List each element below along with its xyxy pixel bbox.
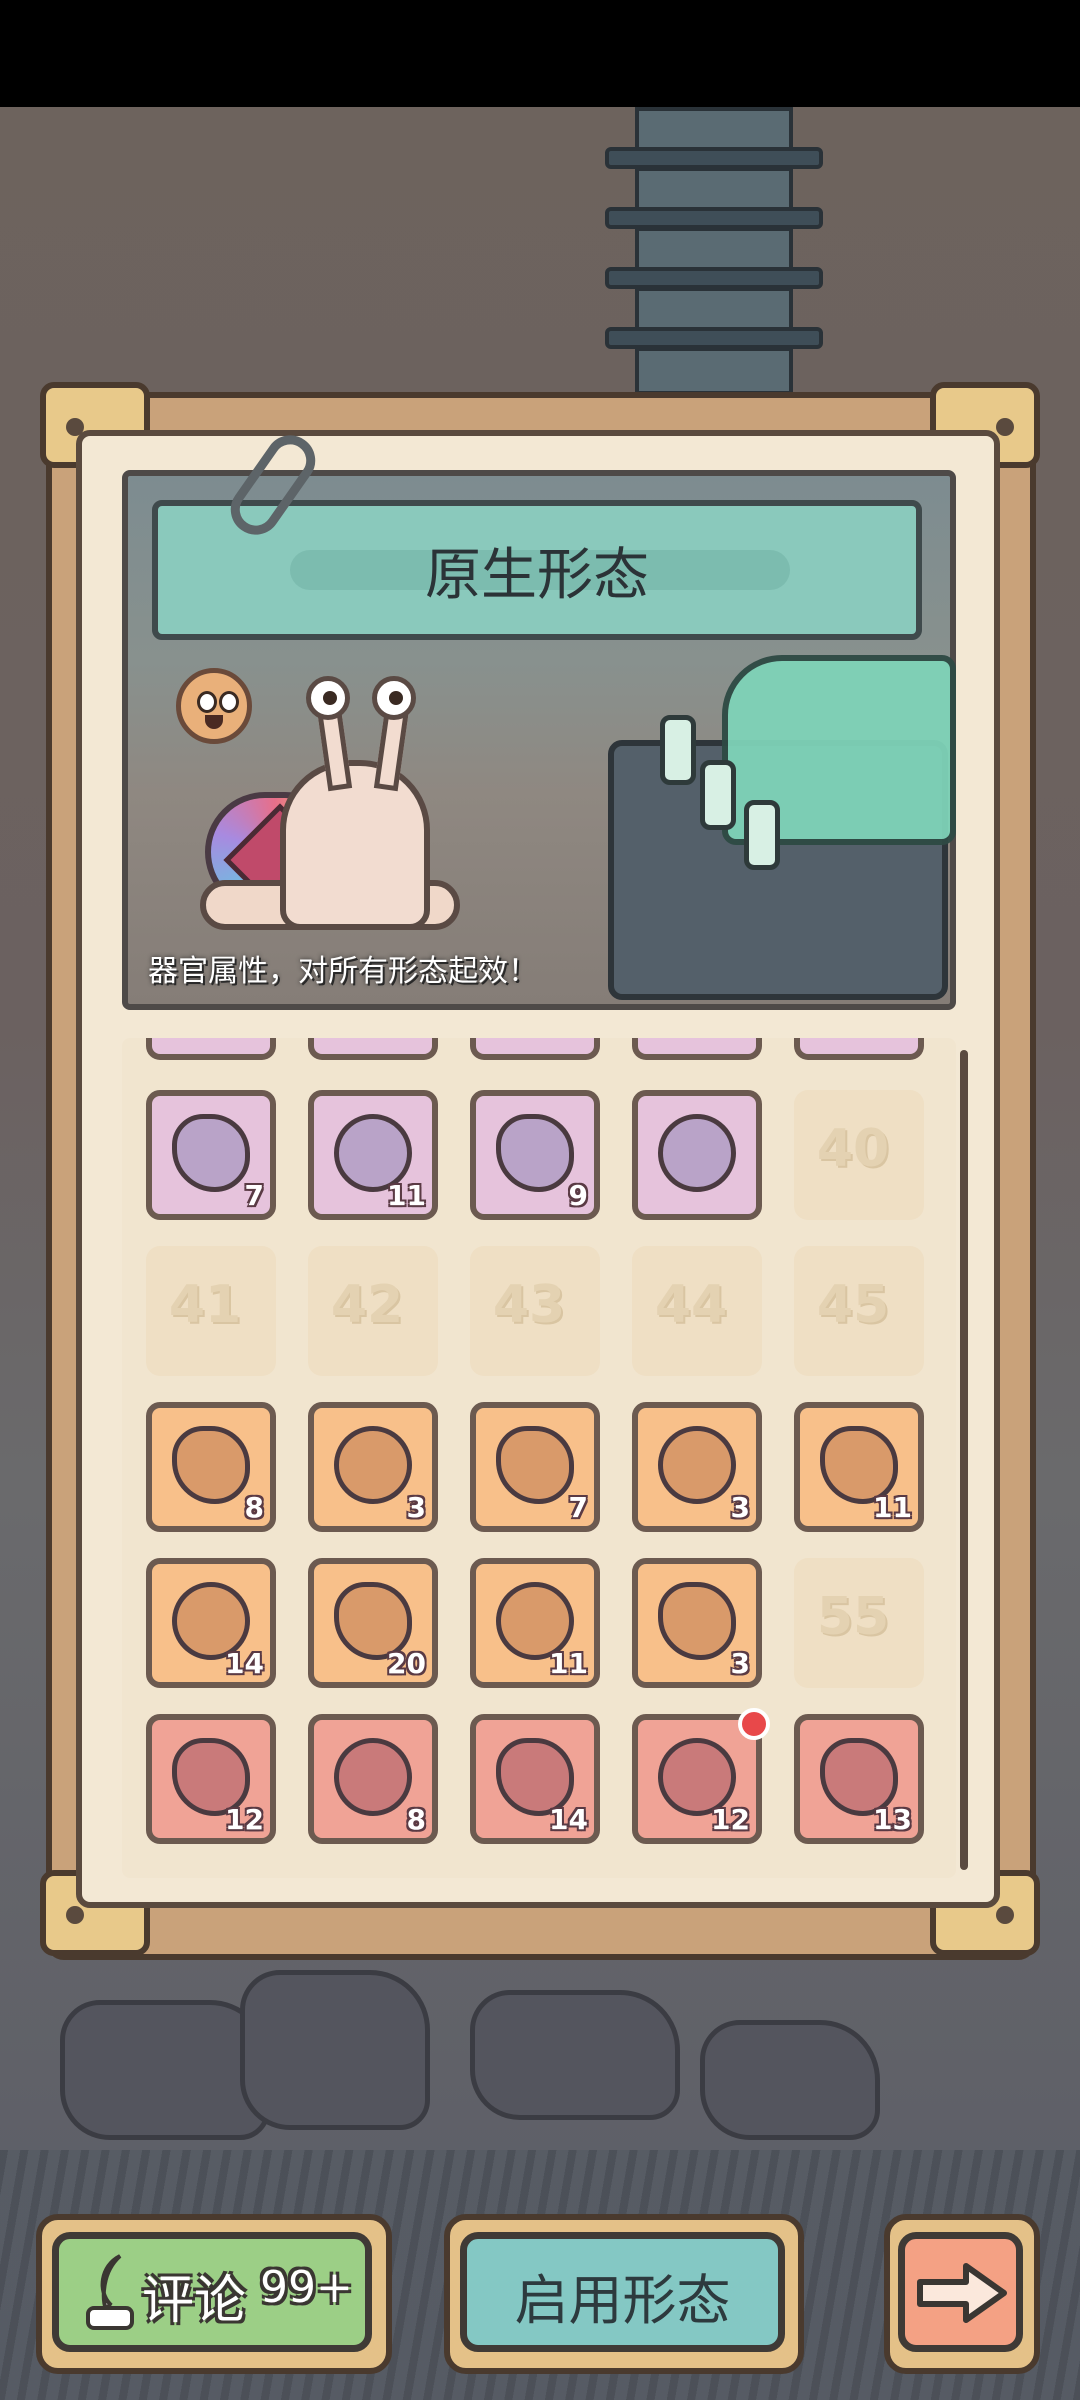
organ-slot[interactable]: 7 bbox=[470, 1402, 600, 1532]
organ-slot-partial[interactable] bbox=[470, 1038, 600, 1060]
organ-count: 13 bbox=[873, 1803, 912, 1836]
organ-slot-partial[interactable] bbox=[146, 1038, 276, 1060]
organ-count: 20 bbox=[387, 1647, 426, 1680]
scene-caption: 器官属性，对所有形态起效！ bbox=[148, 954, 538, 989]
slot-number: 42 bbox=[330, 1275, 404, 1335]
organ-slot[interactable]: 7 bbox=[146, 1090, 276, 1220]
organ-slot[interactable]: 3 bbox=[632, 1558, 762, 1688]
slot-number: 40 bbox=[816, 1119, 890, 1179]
organ-count: 12 bbox=[225, 1803, 264, 1836]
test-tube-illustration bbox=[700, 760, 736, 830]
organ-slot-partial[interactable] bbox=[794, 1038, 924, 1060]
locked-organ-slot[interactable]: 40 bbox=[794, 1090, 924, 1220]
organ-count: 3 bbox=[406, 1491, 426, 1524]
comment-label: 评论 bbox=[142, 2271, 247, 2331]
horns-organ-icon bbox=[658, 1426, 736, 1504]
arrow-right-icon bbox=[917, 2263, 1007, 2323]
organ-count: 11 bbox=[873, 1491, 912, 1524]
organ-slot[interactable]: 8 bbox=[308, 1714, 438, 1844]
organ-slot[interactable]: 20 bbox=[308, 1558, 438, 1688]
organ-slot[interactable]: 8 bbox=[146, 1402, 276, 1532]
organ-count: 8 bbox=[406, 1803, 426, 1836]
status-bar bbox=[0, 0, 1080, 107]
slot-number: 55 bbox=[816, 1587, 890, 1647]
organ-slot[interactable]: 14 bbox=[146, 1558, 276, 1688]
organ-slot-partial[interactable] bbox=[308, 1038, 438, 1060]
stinger-organ-icon bbox=[658, 1114, 736, 1192]
locked-organ-slot[interactable]: 42 bbox=[308, 1246, 438, 1376]
character-avatar-icon[interactable] bbox=[176, 668, 252, 744]
organ-count: 11 bbox=[387, 1179, 426, 1212]
organ-slot[interactable]: 3 bbox=[632, 1402, 762, 1532]
organ-slot[interactable] bbox=[632, 1090, 762, 1220]
organ-slot[interactable]: 13 bbox=[794, 1714, 924, 1844]
slot-number: 44 bbox=[654, 1275, 728, 1335]
form-title: 原生形态 bbox=[425, 543, 649, 608]
eye-blob-organ-icon bbox=[334, 1738, 412, 1816]
organ-count: 7 bbox=[244, 1179, 264, 1212]
grid-scrollbar[interactable] bbox=[960, 1050, 968, 1870]
locked-organ-slot[interactable]: 41 bbox=[146, 1246, 276, 1376]
organ-count: 12 bbox=[711, 1803, 750, 1836]
organ-count: 14 bbox=[549, 1803, 588, 1836]
organ-count: 3 bbox=[730, 1647, 750, 1680]
snail-eye bbox=[372, 676, 416, 720]
comment-count: 99+ bbox=[260, 2262, 353, 2313]
organ-slot[interactable]: 3 bbox=[308, 1402, 438, 1532]
locked-organ-slot[interactable]: 55 bbox=[794, 1558, 924, 1688]
snail-character bbox=[280, 760, 430, 930]
organ-slot[interactable]: 11 bbox=[470, 1558, 600, 1688]
organ-slot[interactable]: 11 bbox=[308, 1090, 438, 1220]
locked-organ-slot[interactable]: 45 bbox=[794, 1246, 924, 1376]
ribcage-organ-icon bbox=[496, 1114, 574, 1192]
enable-form-label: 启用形态 bbox=[514, 2269, 731, 2332]
slot-number: 45 bbox=[816, 1275, 890, 1335]
organ-slot[interactable]: 14 bbox=[470, 1714, 600, 1844]
locked-organ-slot[interactable]: 44 bbox=[632, 1246, 762, 1376]
slot-number: 41 bbox=[168, 1275, 242, 1335]
spiked-crown-organ-icon bbox=[658, 1582, 736, 1660]
test-tube-illustration bbox=[744, 800, 780, 870]
organ-count: 9 bbox=[568, 1179, 588, 1212]
coral-organ-icon bbox=[172, 1426, 250, 1504]
organ-count: 8 bbox=[244, 1491, 264, 1524]
snail-eye bbox=[306, 676, 350, 720]
organ-slot-partial[interactable] bbox=[632, 1038, 762, 1060]
crystal-arm-organ-icon bbox=[334, 1426, 412, 1504]
eye-disc-organ-icon bbox=[496, 1426, 574, 1504]
quill-icon bbox=[86, 2254, 134, 2330]
claw-organ-icon bbox=[172, 1114, 250, 1192]
locked-organ-slot[interactable]: 43 bbox=[470, 1246, 600, 1376]
pagoda-illustration bbox=[585, 107, 835, 395]
slot-number: 43 bbox=[492, 1275, 566, 1335]
organ-count: 14 bbox=[225, 1647, 264, 1680]
organ-count: 3 bbox=[730, 1491, 750, 1524]
organ-slot[interactable]: 12 bbox=[146, 1714, 276, 1844]
test-tube-illustration bbox=[660, 715, 696, 785]
new-item-badge bbox=[738, 1708, 770, 1740]
organ-slot[interactable]: 9 bbox=[470, 1090, 600, 1220]
organ-slot[interactable]: 11 bbox=[794, 1402, 924, 1532]
organ-count: 11 bbox=[549, 1647, 588, 1680]
organ-count: 7 bbox=[568, 1491, 588, 1524]
